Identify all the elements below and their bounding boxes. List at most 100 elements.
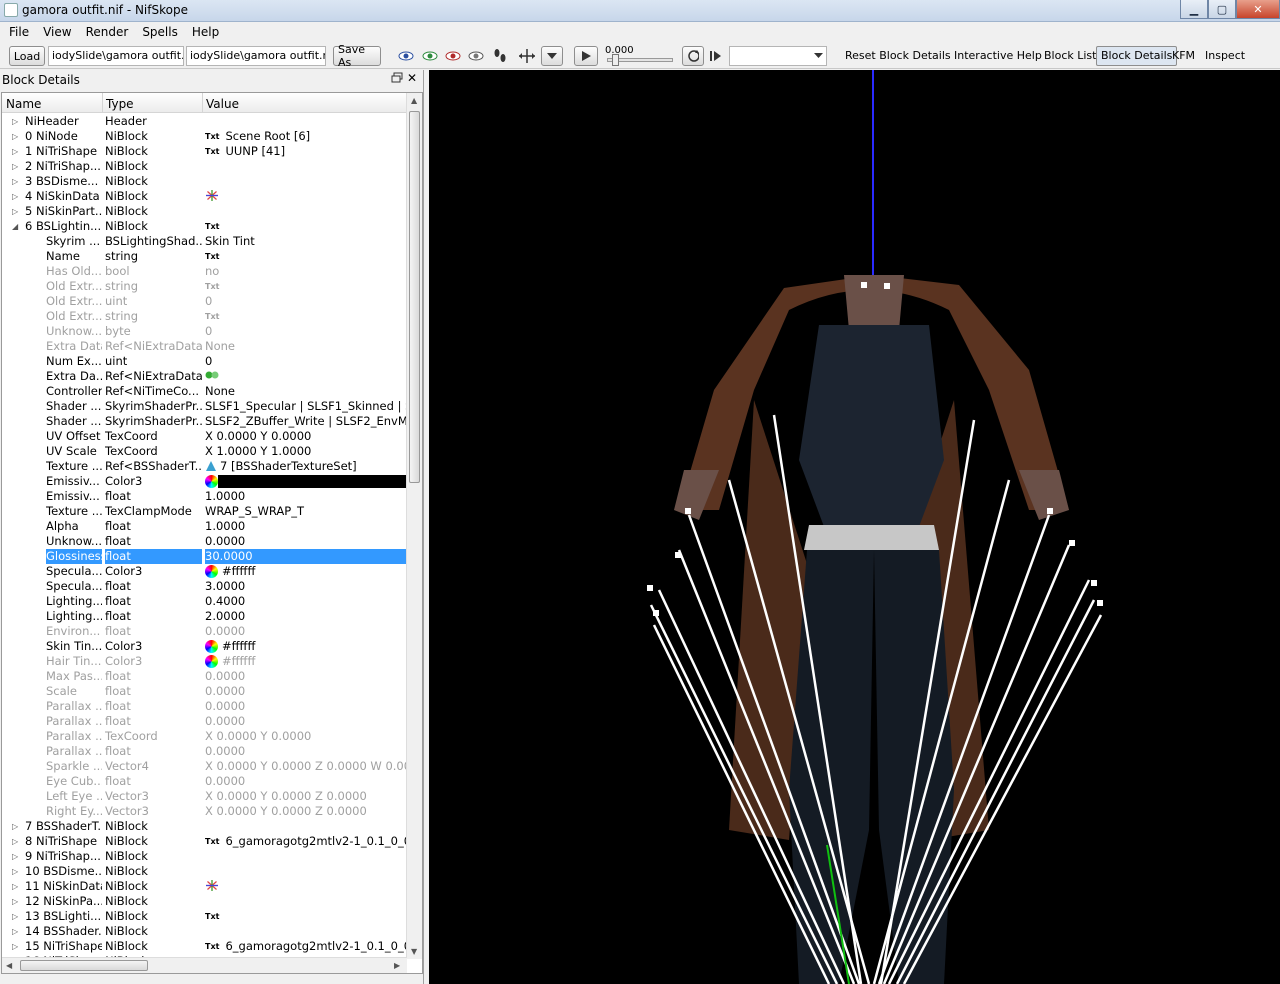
row-value[interactable]: 0 [205, 324, 407, 339]
reset-block-details-link[interactable]: Reset Block Details [841, 46, 955, 66]
collapsed-arrow-icon[interactable]: ▷ [12, 849, 18, 864]
collapsed-arrow-icon[interactable]: ▷ [12, 924, 18, 939]
collapsed-arrow-icon[interactable]: ▷ [12, 879, 18, 894]
load-path-field[interactable]: iodySlide\gamora outfit.nif [48, 46, 184, 66]
collapsed-arrow-icon[interactable]: ▷ [12, 939, 18, 954]
row-value[interactable]: 0.0000 [205, 699, 407, 714]
tree-row[interactable]: ▷ 13 BSLighti... NiBlock Txt [2, 909, 407, 924]
horizontal-scrollbar[interactable]: ◀ ▶ [2, 957, 407, 973]
tree-row[interactable]: Specula... Color3 #ffffff [2, 564, 407, 579]
tree-row[interactable]: UV Offset TexCoord X 0.0000 Y 0.0000 [2, 429, 407, 444]
tree-row[interactable]: ▷ 9 NiTriShap... NiBlock [2, 849, 407, 864]
collapsed-arrow-icon[interactable]: ▷ [12, 159, 18, 174]
menu-view[interactable]: View [36, 25, 78, 39]
tree-row[interactable]: Parallax ... float 0.0000 [2, 744, 407, 759]
tree-row[interactable]: ▷ 10 BSDisme... NiBlock [2, 864, 407, 879]
tree-row[interactable]: Shader ... SkyrimShaderPr... SLSF1_Specula… [2, 399, 407, 414]
row-value[interactable]: Txt 6_gamoragotg2mtlv2-1_0.1_0_0.0... [205, 939, 407, 954]
menu-help[interactable]: Help [185, 25, 226, 39]
row-value[interactable]: None [205, 384, 407, 399]
tree-row[interactable]: ▷ 11 NiSkinData NiBlock [2, 879, 407, 894]
collapsed-arrow-icon[interactable]: ▷ [12, 864, 18, 879]
undock-icon[interactable] [391, 72, 403, 84]
collapsed-arrow-icon[interactable]: ▷ [12, 174, 18, 189]
load-button[interactable]: Load [9, 46, 45, 66]
vertical-scrollbar[interactable]: ▲ ▼ [406, 93, 422, 959]
menu-render[interactable]: Render [79, 25, 136, 39]
tree-row[interactable]: Skyrim ... BSLightingShad... Skin Tint [2, 234, 407, 249]
collapsed-arrow-icon[interactable]: ▷ [12, 129, 18, 144]
tree-row[interactable]: Specula... float 3.0000 [2, 579, 407, 594]
row-value[interactable]: X 0.0000 Y 0.0000 Z 0.0000 [205, 789, 407, 804]
tree-row[interactable]: Shader ... SkyrimShaderPr... SLSF2_ZBuffer… [2, 414, 407, 429]
save-as-button[interactable]: Save As [333, 43, 381, 69]
row-value[interactable]: 0.0000 [205, 774, 407, 789]
row-value[interactable]: #ffffff [205, 639, 407, 654]
tree-row[interactable]: ▷ 2 NiTriShap... NiBlock [2, 159, 407, 174]
kfm-toggle[interactable]: KFM [1168, 46, 1199, 66]
row-value[interactable]: 2.0000 [205, 609, 407, 624]
eye-blue-icon[interactable] [396, 46, 416, 66]
block-details-tree[interactable]: Name Type Value ▷ NiHeader Header ▷ 0 NiNode… [1, 92, 423, 974]
tree-row[interactable]: Environ... float 0.0000 [2, 624, 407, 639]
column-value[interactable]: Value [206, 97, 239, 111]
close-button[interactable]: ✕ [1236, 0, 1280, 19]
vertical-scrollbar-thumb[interactable] [409, 111, 420, 483]
tree-row[interactable]: ▷ 7 BSShaderT... NiBlock [2, 819, 407, 834]
tree-row[interactable]: Old Extr... string Txt [2, 309, 407, 324]
collapsed-arrow-icon[interactable]: ▷ [12, 144, 18, 159]
maximize-button[interactable]: ▢ [1208, 0, 1236, 19]
tree-row[interactable]: Lighting... float 2.0000 [2, 609, 407, 624]
row-value[interactable]: 0.4000 [205, 594, 407, 609]
tree-row[interactable]: Extra Data Ref<NiExtraData> None [2, 339, 407, 354]
tree-row[interactable]: ◢ 6 BSLightin... NiBlock Txt [2, 219, 407, 234]
block-details-toggle[interactable]: Block Details [1096, 46, 1178, 66]
row-value[interactable]: Txt [205, 219, 407, 234]
tree-row[interactable]: Emissiv... Color3 [2, 474, 407, 489]
tree-row[interactable]: Unknow... float 0.0000 [2, 534, 407, 549]
panel-close-icon[interactable]: ✕ [407, 71, 417, 85]
tree-row[interactable]: Name string Txt [2, 249, 407, 264]
tree-row[interactable]: Lighting... float 0.4000 [2, 594, 407, 609]
tree-row[interactable]: Old Extr... string Txt [2, 279, 407, 294]
tree-row[interactable]: Skin Tin... Color3 #ffffff [2, 639, 407, 654]
tree-row[interactable]: ▷ 0 NiNode NiBlock Txt Scene Root [6] [2, 129, 407, 144]
tree-row[interactable]: Right Ey... Vector3 X 0.0000 Y 0.0000 Z 0.… [2, 804, 407, 819]
row-value[interactable]: 3.0000 [205, 579, 407, 594]
row-value[interactable] [205, 369, 407, 385]
loop-button[interactable] [682, 46, 704, 66]
eye-red-icon[interactable] [443, 46, 463, 66]
row-value[interactable]: Txt UUNP [41] [205, 144, 407, 159]
row-value[interactable]: 0.0000 [205, 534, 407, 549]
row-value[interactable]: Txt 6_gamoragotg2mtlv2-1_0.1_0_0.0... [205, 834, 407, 849]
row-value[interactable]: X 0.0000 Y 0.0000 [205, 429, 407, 444]
animation-select[interactable] [729, 46, 827, 66]
collapsed-arrow-icon[interactable]: ▷ [12, 204, 18, 219]
tree-row[interactable]: ▷ 3 BSDisme... NiBlock [2, 174, 407, 189]
collapsed-arrow-icon[interactable]: ▷ [12, 189, 18, 204]
row-value[interactable]: 30.0000 [205, 549, 407, 564]
row-value[interactable]: 1.0000 [205, 519, 407, 534]
row-value[interactable]: SLSF2_ZBuffer_Write | SLSF2_EnvMa... [205, 414, 407, 429]
row-value[interactable]: 0.0000 [205, 624, 407, 639]
row-value[interactable]: #ffffff [205, 564, 407, 579]
tree-row[interactable]: Alpha float 1.0000 [2, 519, 407, 534]
tree-row[interactable]: Texture ... TexClampMode WRAP_S_WRAP_T [2, 504, 407, 519]
tree-row[interactable]: ▷ 1 NiTriShape NiBlock Txt UUNP [41] [2, 144, 407, 159]
tree-row[interactable]: Hair Tin... Color3 #ffffff [2, 654, 407, 669]
row-value[interactable]: WRAP_S_WRAP_T [205, 504, 407, 519]
tree-row[interactable]: Extra Da... Ref<NiExtraData> [2, 369, 407, 384]
tree-row[interactable]: Max Pas... float 0.0000 [2, 669, 407, 684]
row-value[interactable]: SLSF1_Specular | SLSF1_Skinned | SL... [205, 399, 407, 414]
eye-green-icon[interactable] [420, 46, 440, 66]
tree-row[interactable]: ▷ 14 BSShader... NiBlock [2, 924, 407, 939]
row-value[interactable]: X 0.0000 Y 0.0000 [205, 729, 407, 744]
row-value[interactable]: Txt [205, 279, 407, 294]
tree-row[interactable]: Left Eye ... Vector3 X 0.0000 Y 0.0000 Z 0… [2, 789, 407, 804]
column-type[interactable]: Type [106, 97, 134, 111]
row-value[interactable]: Skin Tint [205, 234, 407, 249]
horizontal-scrollbar-thumb[interactable] [20, 960, 148, 971]
collapsed-arrow-icon[interactable]: ▷ [12, 819, 18, 834]
tree-row[interactable]: ▷ 15 NiTriShape NiBlock Txt 6_gamoragotg2mtl… [2, 939, 407, 954]
collapsed-arrow-icon[interactable]: ▷ [12, 114, 18, 129]
